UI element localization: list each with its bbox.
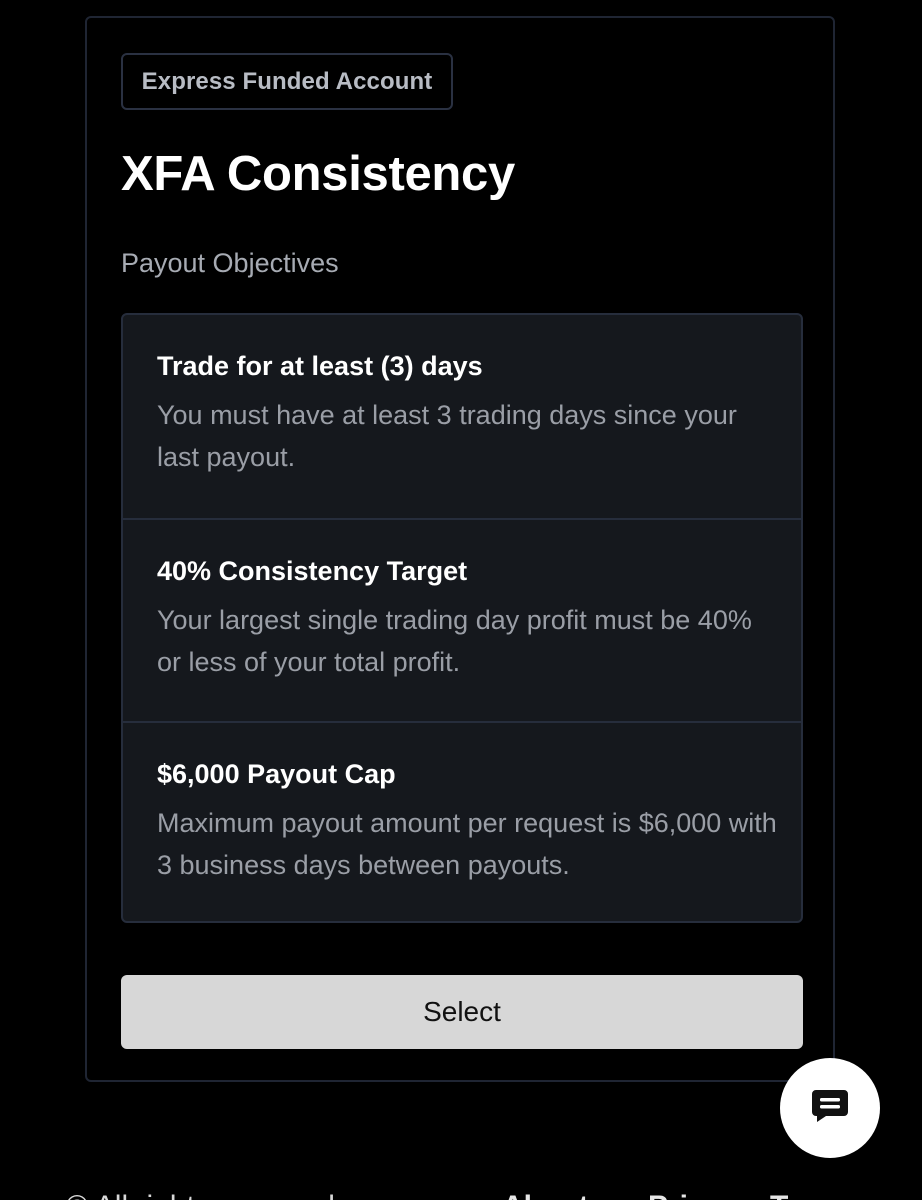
footer-link-about[interactable]: About bbox=[502, 1190, 589, 1200]
page: Express Funded Account XFA Consistency P… bbox=[0, 0, 922, 1200]
objective-item: 40% Consistency Target Your largest sing… bbox=[123, 518, 801, 721]
objective-title: 40% Consistency Target bbox=[157, 556, 468, 586]
plan-title: XFA Consistency bbox=[121, 147, 515, 201]
footer-link-terms[interactable]: Terms bbox=[770, 1190, 858, 1200]
plan-card: Express Funded Account XFA Consistency P… bbox=[85, 16, 835, 1082]
objective-description: You must have at least 3 trading days si… bbox=[157, 400, 737, 472]
chat-button[interactable] bbox=[780, 1058, 880, 1158]
objective-description: Maximum payout amount per request is $6,… bbox=[157, 808, 777, 880]
payout-objectives-label: Payout Objectives bbox=[121, 248, 339, 278]
footer-copyright: © All rights reserved bbox=[66, 1190, 335, 1200]
objective-title: Trade for at least (3) days bbox=[157, 351, 483, 381]
select-button[interactable]: Select bbox=[121, 975, 803, 1049]
objective-item: Trade for at least (3) days You must hav… bbox=[123, 315, 801, 518]
payout-objectives-list: Trade for at least (3) days You must hav… bbox=[121, 313, 803, 923]
objective-title: $6,000 Payout Cap bbox=[157, 759, 396, 789]
footer: © All rights reserved About Privacy Term… bbox=[0, 1184, 922, 1200]
plan-type-badge: Express Funded Account bbox=[121, 53, 453, 110]
footer-link-privacy[interactable]: Privacy bbox=[648, 1190, 755, 1200]
objective-item: $6,000 Payout Cap Maximum payout amount … bbox=[123, 721, 801, 921]
chat-bubble-icon bbox=[810, 1088, 850, 1129]
objective-description: Your largest single trading day profit m… bbox=[157, 605, 752, 677]
